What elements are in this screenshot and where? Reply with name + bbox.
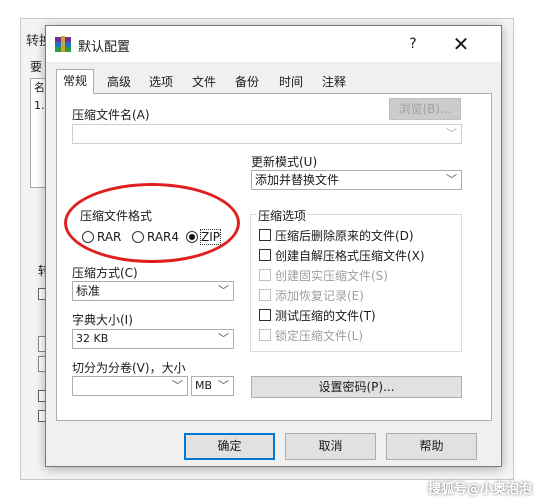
chevron-down-icon: ﹀: [446, 173, 457, 186]
tab-files[interactable]: 文件: [185, 70, 223, 92]
sfx-checkbox[interactable]: [259, 249, 271, 261]
background-label: 要: [30, 60, 43, 74]
compression-method-label: 压缩方式(C): [72, 266, 138, 280]
delete-after-checkbox[interactable]: [259, 229, 271, 241]
recovery-record-label[interactable]: 添加恢复记录(E): [275, 287, 364, 304]
archive-name-label: 压缩文件名(A): [72, 108, 150, 122]
solid-label[interactable]: 创建固实压缩文件(S): [275, 267, 388, 284]
update-mode-select[interactable]: 添加并替换文件 ﹀: [251, 170, 462, 190]
help-icon[interactable]: ?: [402, 33, 424, 55]
tab-general[interactable]: 常规: [56, 69, 95, 94]
cancel-button[interactable]: 取消: [285, 433, 376, 460]
format-zip-label[interactable]: ZIP: [200, 229, 221, 245]
radio-selected-dot: [189, 234, 195, 240]
split-volumes-label: 切分为分卷(V)，大小: [72, 361, 186, 375]
lock-archive-checkbox[interactable]: [259, 329, 271, 341]
tab-time[interactable]: 时间: [272, 70, 310, 92]
sfx-label[interactable]: 创建自解压格式压缩文件(X): [275, 247, 425, 264]
format-rar4-label[interactable]: RAR4: [147, 230, 179, 244]
compression-options-label: 压缩选项: [256, 207, 309, 224]
chevron-down-icon: ﹀: [218, 284, 229, 297]
browse-button[interactable]: 浏览(B)...: [389, 98, 461, 120]
update-mode-value: 添加并替换文件: [255, 173, 340, 187]
recovery-record-checkbox[interactable]: [259, 289, 271, 301]
tab-comment[interactable]: 注释: [315, 70, 353, 92]
help-button[interactable]: 帮助: [386, 433, 477, 460]
dictionary-size-label: 字典大小(I): [72, 313, 133, 327]
tab-options[interactable]: 选项: [142, 70, 180, 92]
compression-method-select[interactable]: 标准 ﹀: [72, 281, 234, 301]
format-rar-label[interactable]: RAR: [97, 230, 121, 244]
format-zip-radio[interactable]: [186, 231, 198, 243]
title-bar: 默认配置 ? ✕: [46, 26, 501, 62]
chevron-down-icon: ﹀: [446, 127, 457, 140]
format-rar-radio[interactable]: [82, 231, 94, 243]
watermark: 搜狐号@小奥泡泡: [428, 482, 533, 497]
test-archive-label[interactable]: 测试压缩的文件(T): [275, 307, 376, 324]
archive-format-label: 压缩文件格式: [80, 209, 153, 223]
chevron-down-icon: ﹀: [218, 379, 229, 392]
test-archive-checkbox[interactable]: [259, 309, 271, 321]
chevron-down-icon: ﹀: [172, 379, 183, 392]
archive-name-input[interactable]: ﹀: [72, 124, 462, 144]
lock-archive-label[interactable]: 锁定压缩文件(L): [275, 327, 363, 344]
set-password-button[interactable]: 设置密码(P)...: [251, 376, 462, 398]
tab-backup[interactable]: 备份: [228, 70, 266, 92]
compression-method-value: 标准: [76, 284, 101, 298]
update-mode-label: 更新模式(U): [251, 155, 318, 169]
split-size-input[interactable]: ﹀: [72, 376, 188, 396]
solid-checkbox[interactable]: [259, 269, 271, 281]
split-unit-select[interactable]: MB ﹀: [191, 376, 234, 396]
default-settings-dialog: 默认配置 ? ✕ 常规 高级 选项 文件 备份 时间 注释 压缩文件名(A) 浏…: [45, 25, 502, 467]
winrar-app-icon: [55, 36, 71, 52]
tab-advanced[interactable]: 高级: [100, 70, 138, 92]
dialog-title: 默认配置: [78, 40, 131, 55]
format-rar4-radio[interactable]: [132, 231, 144, 243]
close-icon[interactable]: ✕: [446, 33, 476, 55]
dictionary-size-value: 32 KB: [76, 332, 109, 345]
ok-button[interactable]: 确定: [184, 433, 275, 460]
dictionary-size-select[interactable]: 32 KB ﹀: [72, 329, 234, 349]
split-unit-value: MB: [195, 379, 213, 392]
delete-after-label[interactable]: 压缩后删除原来的文件(D): [275, 227, 414, 244]
chevron-down-icon: ﹀: [218, 332, 229, 345]
